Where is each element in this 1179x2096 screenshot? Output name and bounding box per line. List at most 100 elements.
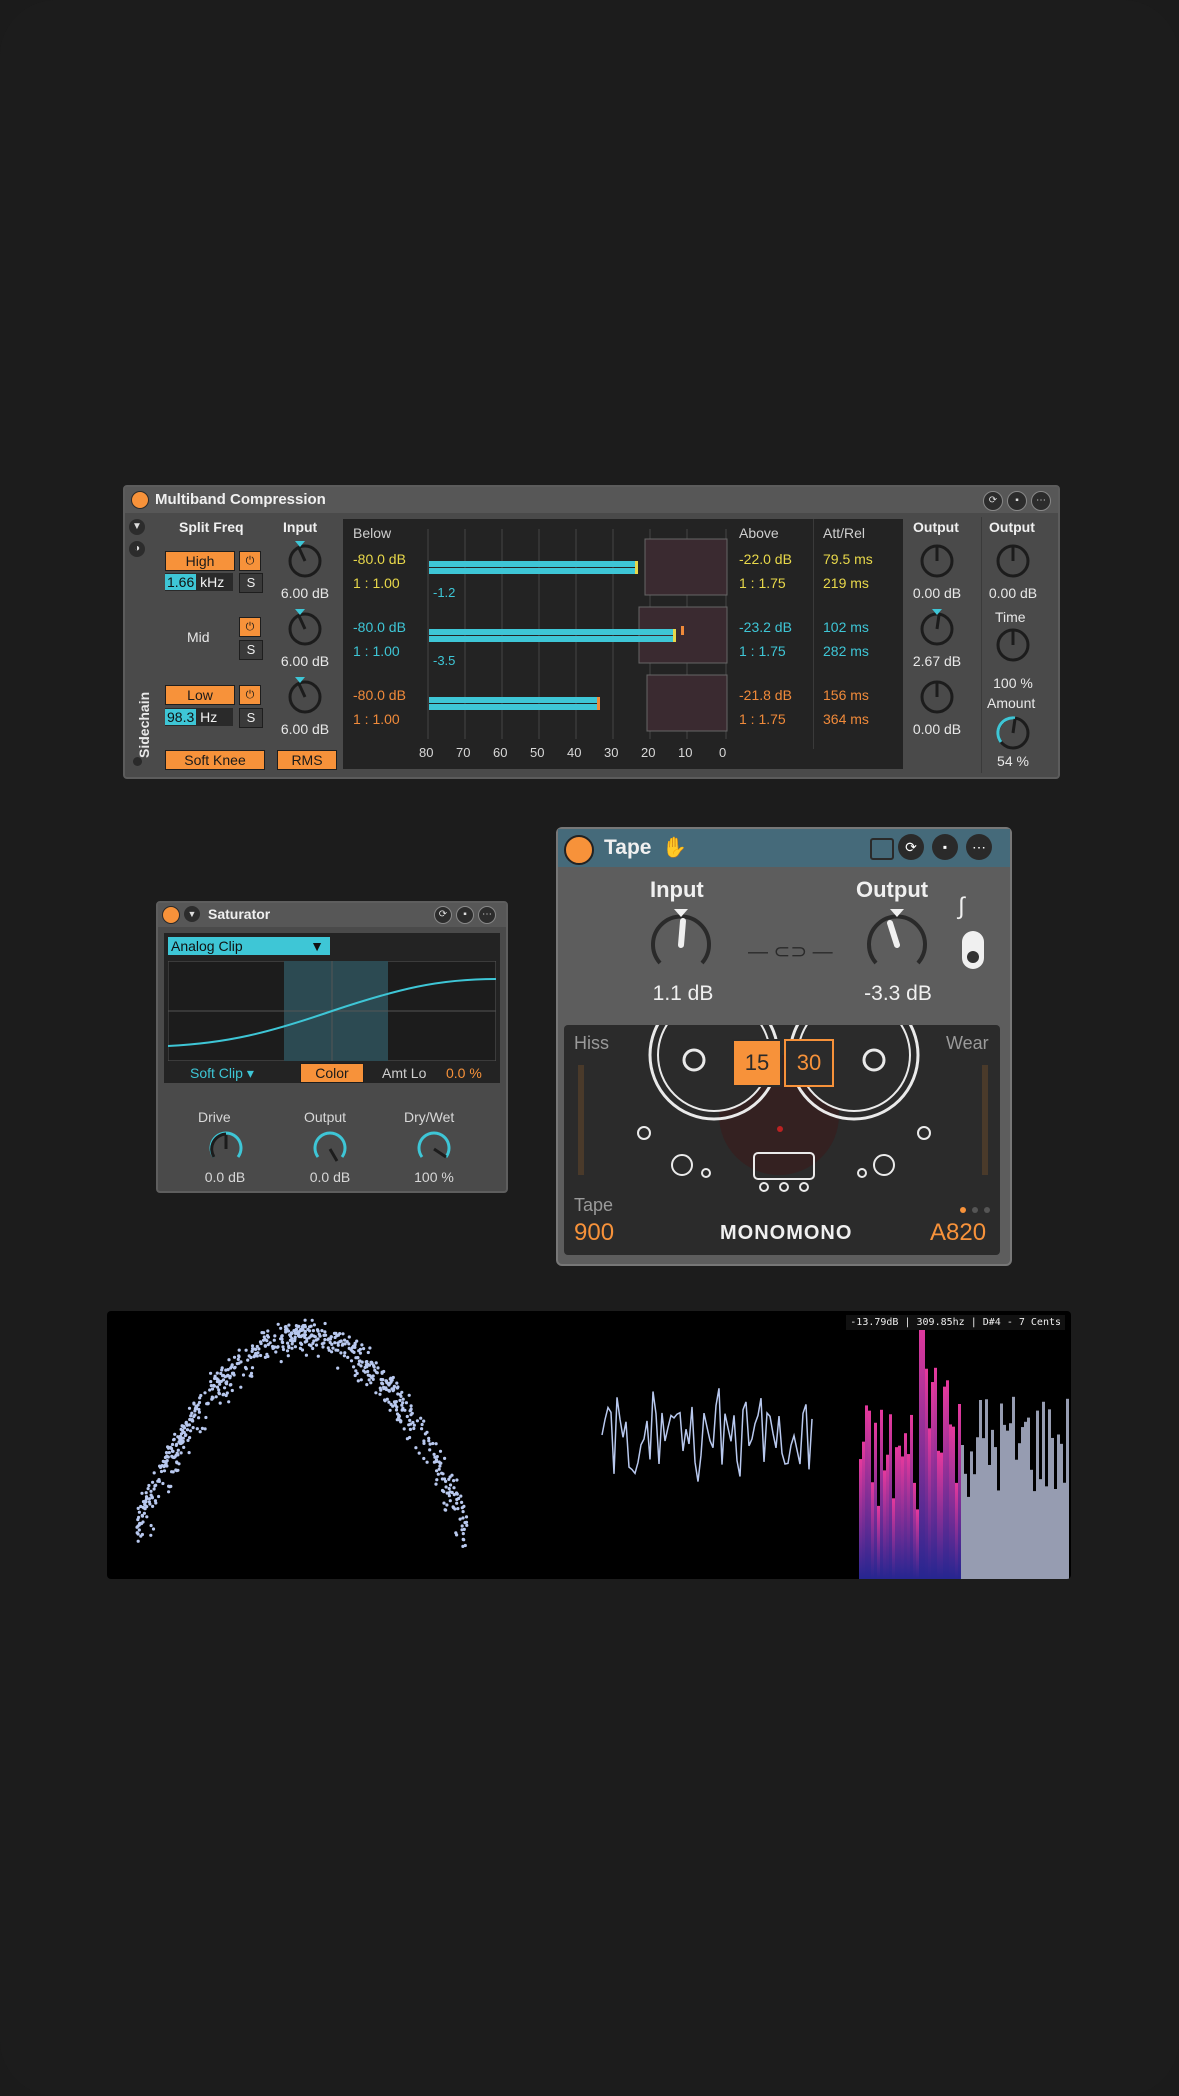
speed-30-button[interactable]: 30 (784, 1039, 834, 1087)
device-power-button[interactable] (131, 491, 149, 509)
high-above-thresh[interactable]: -22.0 dB (739, 551, 792, 567)
hot-swap-icon[interactable]: ⟳ (434, 906, 452, 924)
save-preset-icon[interactable]: ▪ (456, 906, 474, 924)
page-dot[interactable] (972, 1207, 978, 1213)
fold-toggle-icon[interactable]: ▼ (129, 519, 145, 535)
mid-attack[interactable]: 102 ms (823, 619, 869, 635)
scatter-point (290, 1346, 294, 1350)
scatter-point (209, 1384, 213, 1388)
output-knob[interactable] (310, 1127, 350, 1167)
high-band-toggle[interactable]: High (165, 551, 235, 571)
spectrum-bar (961, 1445, 964, 1579)
more-options-icon[interactable]: ⋯ (1031, 491, 1051, 511)
fold-toggle-icon[interactable]: ▼ (184, 906, 200, 922)
high-above-ratio[interactable]: 1 : 1.75 (739, 575, 786, 591)
scatter-point (455, 1497, 459, 1502)
speed-15-button[interactable]: 15 (732, 1039, 782, 1087)
high-freq-field[interactable]: 1.66 kHz (165, 573, 233, 591)
scatter-point (150, 1496, 154, 1500)
wear-slider[interactable] (982, 1065, 988, 1175)
output-knob[interactable] (862, 907, 932, 977)
low-below-thresh[interactable]: -80.0 dB (353, 687, 406, 703)
mid-above-ratio[interactable]: 1 : 1.75 (739, 643, 786, 659)
hot-swap-icon[interactable]: ⟳ (898, 834, 924, 860)
headphones-icon[interactable]: ◑ (129, 541, 145, 557)
mid-below-ratio[interactable]: 1 : 1.00 (353, 643, 400, 659)
more-options-icon[interactable]: ⋯ (966, 834, 992, 860)
scatter-point (157, 1478, 161, 1482)
high-release[interactable]: 219 ms (823, 575, 869, 591)
low-attack[interactable]: 156 ms (823, 687, 869, 703)
input-mid-knob[interactable] (285, 607, 325, 647)
calendar-icon[interactable] (870, 838, 894, 860)
page-dot[interactable] (984, 1207, 990, 1213)
scatter-point (237, 1355, 241, 1359)
time-knob[interactable] (993, 623, 1033, 663)
high-band-power-button[interactable]: ⏻ (239, 551, 261, 571)
save-preset-icon[interactable]: ▪ (932, 834, 958, 860)
high-below-thresh[interactable]: -80.0 dB (353, 551, 406, 567)
scale-tick: 0 (719, 745, 727, 760)
low-below-ratio[interactable]: 1 : 1.00 (353, 711, 400, 727)
hiss-slider[interactable] (578, 1065, 584, 1175)
page-dot[interactable] (960, 1207, 966, 1213)
waveshape-dropdown[interactable]: Soft Clip ▾ (190, 1065, 254, 1082)
more-options-icon[interactable]: ⋯ (478, 906, 496, 924)
spectrum-bar (907, 1454, 910, 1579)
drive-knob[interactable] (206, 1127, 246, 1167)
scatter-point (369, 1381, 373, 1385)
input-high-knob[interactable] (285, 539, 325, 579)
screen-frame: Multiband Compression ⟳ ▪ ⋯ ▼ ◑ Sidechai… (0, 0, 1179, 2096)
device-power-button[interactable] (162, 906, 180, 924)
rms-button[interactable]: RMS (277, 750, 337, 770)
scatter-point (312, 1339, 316, 1343)
master-output-knob[interactable] (993, 539, 1033, 579)
scatter-point (428, 1448, 432, 1452)
low-above-thresh[interactable]: -21.8 dB (739, 687, 792, 703)
low-threshold-region[interactable] (646, 674, 728, 732)
output-high-knob[interactable] (917, 539, 957, 579)
high-below-ratio[interactable]: 1 : 1.00 (353, 575, 400, 591)
low-above-ratio[interactable]: 1 : 1.75 (739, 711, 786, 727)
amt-lo-value[interactable]: 0.0 % (446, 1065, 482, 1081)
save-preset-icon[interactable]: ▪ (1007, 491, 1027, 511)
low-band-power-button[interactable]: ⏻ (239, 685, 261, 705)
mid-below-thresh[interactable]: -80.0 dB (353, 619, 406, 635)
color-button[interactable]: Color (300, 1063, 364, 1083)
high-threshold-region[interactable] (644, 538, 728, 596)
mid-solo-button[interactable]: S (239, 640, 263, 660)
low-solo-button[interactable]: S (239, 708, 263, 728)
high-solo-button[interactable]: S (239, 573, 263, 593)
mode-toggle[interactable] (962, 931, 984, 969)
mid-band-power-button[interactable]: ⏻ (239, 617, 261, 637)
input-knob[interactable] (646, 907, 716, 977)
mid-above-thresh[interactable]: -23.2 dB (739, 619, 792, 635)
soft-knee-button[interactable]: Soft Knee (165, 750, 265, 770)
amount-knob[interactable] (993, 711, 1033, 751)
scale-tick: 10 (678, 745, 693, 760)
output-mid-knob[interactable] (917, 607, 957, 647)
mode-dropdown[interactable]: Analog Clip ▼ (168, 937, 330, 955)
tape-type-value[interactable]: 900 (574, 1219, 614, 1247)
drywet-knob[interactable] (414, 1127, 454, 1167)
model-value[interactable]: A820 (930, 1219, 986, 1247)
spectrum-bar (1018, 1443, 1021, 1579)
scatter-point (279, 1360, 283, 1364)
scatter-point (303, 1318, 307, 1322)
scatter-point (151, 1504, 155, 1508)
scatter-point (352, 1365, 356, 1369)
device-power-button[interactable] (564, 835, 594, 865)
link-icon[interactable]: — ⊂⊃ — (748, 939, 833, 964)
output-low-knob[interactable] (917, 675, 957, 715)
mid-release[interactable]: 282 ms (823, 643, 869, 659)
low-freq-field[interactable]: 98.3 Hz (165, 708, 233, 726)
sidechain-toggle[interactable] (133, 757, 142, 766)
low-release[interactable]: 364 ms (823, 711, 869, 727)
input-low-knob[interactable] (285, 675, 325, 715)
hot-swap-icon[interactable]: ⟳ (983, 491, 1003, 511)
high-attack[interactable]: 79.5 ms (823, 551, 873, 567)
low-freq-unit: Hz (200, 709, 218, 725)
scatter-point (452, 1486, 456, 1490)
low-band-toggle[interactable]: Low (165, 685, 235, 705)
spectrum-bar (979, 1400, 982, 1579)
